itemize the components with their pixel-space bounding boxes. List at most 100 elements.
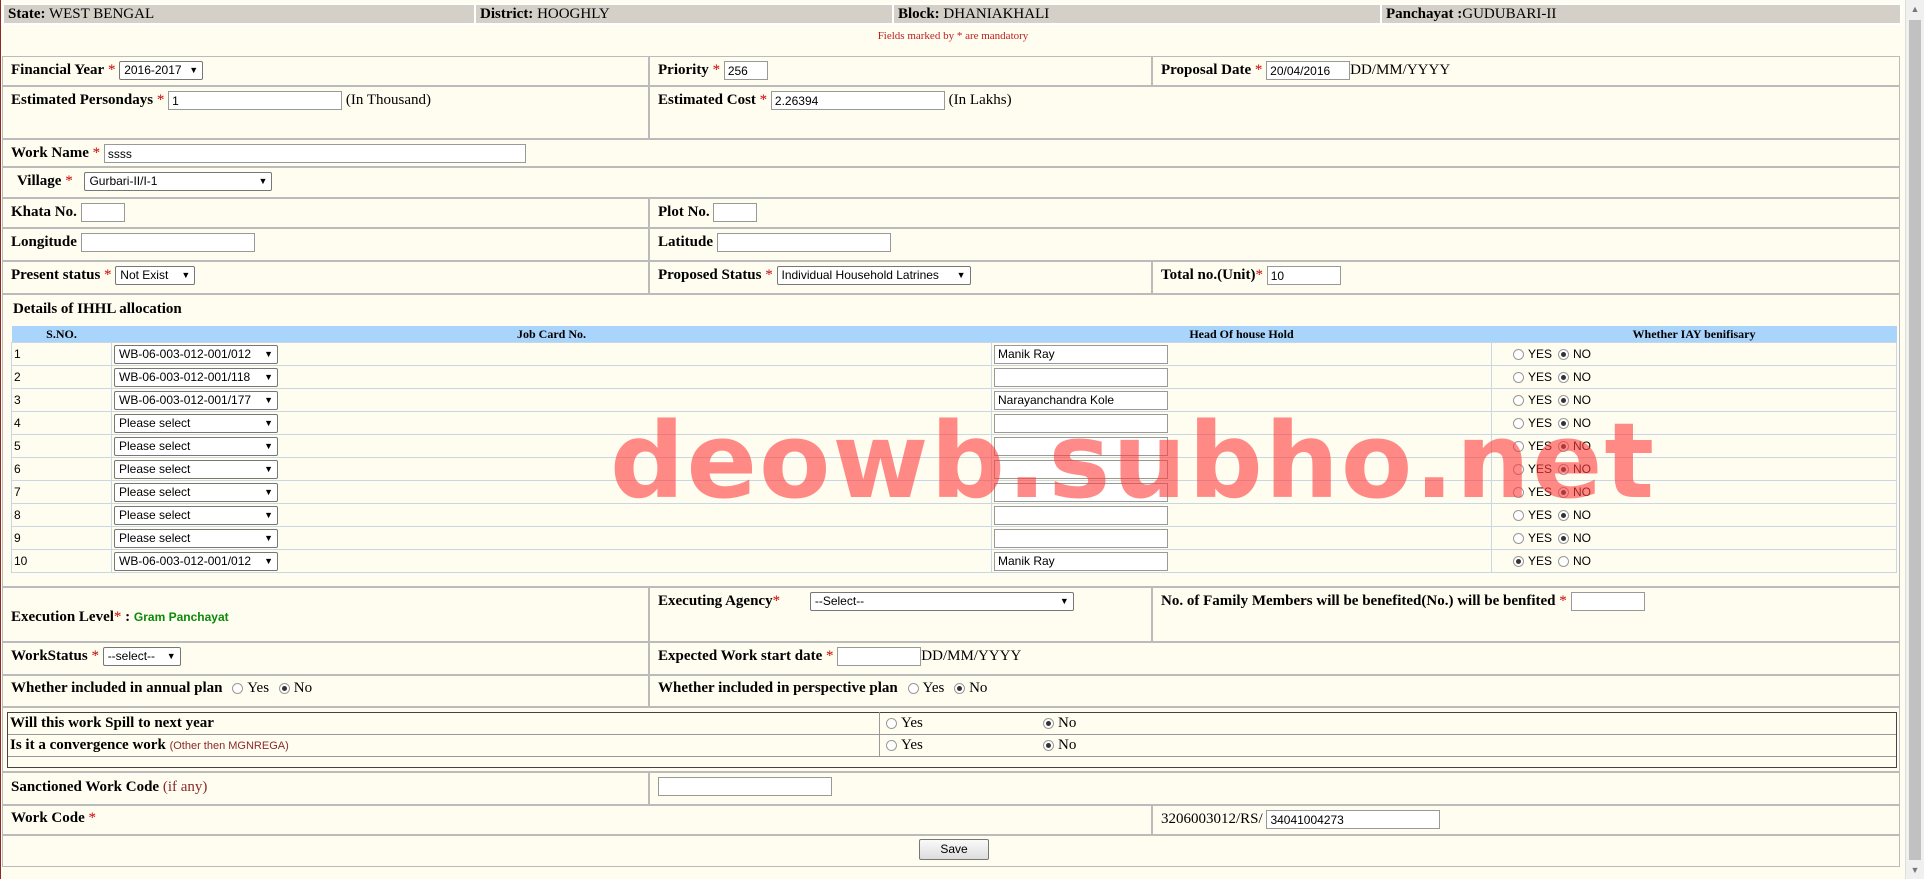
head-of-household-input[interactable]	[994, 436, 1168, 456]
job-card-select[interactable]: WB-06-003-012-001/012 ▼	[114, 344, 278, 364]
job-card-select[interactable]: Please select ▼	[114, 436, 278, 456]
cost-label: Estimated Cost	[658, 91, 756, 108]
agency-select[interactable]: --Select-- ▼	[809, 592, 1074, 611]
ihhl-row: 10 WB-06-003-012-001/012 ▼ YES NO	[11, 549, 1897, 573]
iay-no-radio[interactable]	[1558, 441, 1570, 453]
total-units-input[interactable]	[1266, 266, 1341, 285]
present-status-select[interactable]: Not Exist ▼	[115, 266, 196, 285]
sanctioned-sub: (if any)	[162, 779, 208, 795]
head-of-household-input[interactable]	[994, 528, 1168, 548]
row-job-card: Please select ▼	[111, 434, 992, 458]
priority-input[interactable]	[723, 61, 768, 80]
iay-yes-radio[interactable]	[1513, 349, 1524, 361]
job-card-select[interactable]: Please select ▼	[114, 413, 278, 433]
row-job-card: WB-06-003-012-001/177 ▼	[111, 388, 992, 412]
persondays-input[interactable]	[168, 91, 343, 110]
iay-no-radio[interactable]	[1558, 418, 1570, 430]
village-select[interactable]: Gurbari-II/I-1 ▼	[84, 172, 273, 191]
iay-no-radio[interactable]	[1558, 464, 1570, 476]
work-status-select[interactable]: --select-- ▼	[102, 647, 181, 666]
work-name-input[interactable]	[103, 144, 526, 163]
start-date-input[interactable]	[837, 647, 922, 666]
job-card-select[interactable]: WB-06-003-012-001/177 ▼	[114, 390, 278, 410]
longitude-input[interactable]	[80, 233, 255, 252]
scroll-up-icon[interactable]: ▲	[1906, 0, 1924, 18]
iay-yes-radio[interactable]	[1513, 441, 1524, 453]
convergence-yes-radio[interactable]	[886, 740, 897, 752]
iay-yes-label: YES	[1528, 531, 1553, 545]
sanctioned-code-input[interactable]	[658, 777, 832, 796]
ihhl-row: 9 Please select ▼ YES NO	[11, 526, 1897, 550]
iay-no-radio[interactable]	[1558, 372, 1570, 384]
head-of-household-input[interactable]	[994, 367, 1168, 387]
proposed-status-select[interactable]: Individual Household Latrines ▼	[776, 266, 971, 285]
iay-no-radio[interactable]	[1558, 395, 1570, 407]
iay-yes-radio[interactable]	[1513, 510, 1524, 522]
work-name-cell: Work Name *	[2, 139, 1900, 167]
iay-no-label: NO	[1573, 393, 1592, 407]
annual-no-radio[interactable]	[278, 683, 290, 695]
plot-input[interactable]	[713, 203, 758, 222]
job-card-value: Please select	[119, 438, 191, 453]
khata-cell: Khata No.	[2, 198, 649, 228]
annual-yes-radio[interactable]	[232, 683, 244, 695]
plot-cell: Plot No.	[649, 198, 1900, 228]
family-members-input[interactable]	[1570, 592, 1645, 611]
iay-yes-radio[interactable]	[1513, 418, 1524, 430]
cost-input[interactable]	[770, 91, 945, 110]
spill-yes-radio[interactable]	[886, 718, 897, 730]
village-cell: Village * Gurbari-II/I-1 ▼	[2, 167, 1900, 198]
village-value: Gurbari-II/I-1	[89, 174, 158, 188]
job-card-select[interactable]: Please select ▼	[114, 482, 278, 502]
scroll-down-icon[interactable]: ▼	[1906, 861, 1924, 879]
head-of-household-input[interactable]	[994, 505, 1168, 525]
financial-year-value: 2016-2017	[124, 63, 182, 77]
head-of-household-input[interactable]	[994, 413, 1168, 433]
job-card-select[interactable]: WB-06-003-012-001/118 ▼	[114, 367, 278, 387]
head-of-household-input[interactable]	[994, 551, 1168, 571]
iay-yes-radio[interactable]	[1513, 487, 1524, 499]
khata-input[interactable]	[80, 203, 125, 222]
job-card-value: WB-06-003-012-001/012	[119, 553, 252, 568]
convergence-no-radio[interactable]	[1043, 740, 1054, 752]
save-button[interactable]: Save	[919, 839, 989, 860]
sanctioned-label: Sanctioned Work Code	[11, 779, 160, 795]
iay-no-radio[interactable]	[1558, 533, 1570, 545]
spill-no-radio[interactable]	[1043, 718, 1054, 730]
iay-yes-radio[interactable]	[1513, 533, 1524, 545]
iay-no-radio[interactable]	[1558, 349, 1570, 361]
chevron-down-icon: ▼	[264, 371, 273, 382]
job-card-select[interactable]: Please select ▼	[114, 528, 278, 548]
iay-yes-radio[interactable]	[1513, 395, 1524, 407]
job-card-select[interactable]: Please select ▼	[114, 505, 278, 525]
iay-no-radio[interactable]	[1558, 556, 1570, 568]
iay-yes-radio[interactable]	[1513, 556, 1524, 568]
head-of-household-input[interactable]	[994, 459, 1168, 479]
row-head	[991, 388, 1492, 412]
iay-yes-radio[interactable]	[1513, 372, 1524, 384]
work-status-label: WorkStatus	[11, 647, 88, 664]
perspective-yes-radio[interactable]	[907, 683, 919, 695]
proposal-date-input[interactable]	[1266, 61, 1351, 80]
financial-year-select[interactable]: 2016-2017 ▼	[119, 61, 204, 80]
perspective-no-radio[interactable]	[954, 683, 966, 695]
iay-yes-radio[interactable]	[1513, 464, 1524, 476]
work-code-input[interactable]	[1266, 810, 1441, 829]
head-of-household-input[interactable]	[994, 344, 1168, 364]
scrollbar-thumb[interactable]	[1909, 20, 1921, 860]
job-card-select[interactable]: WB-06-003-012-001/012 ▼	[114, 551, 278, 571]
row-head	[991, 457, 1492, 481]
row-sno: 8	[11, 503, 112, 527]
head-of-household-input[interactable]	[994, 482, 1168, 502]
latitude-input[interactable]	[716, 233, 891, 252]
persondays-cell: Estimated Persondays * (In Thousand)	[2, 86, 649, 139]
iay-no-radio[interactable]	[1558, 510, 1570, 522]
spill-row: Will this work Spill to next year Yes No	[8, 712, 1896, 735]
convergence-label: Is it a convergence work	[10, 737, 166, 753]
execution-level-label: Execution Level	[11, 609, 114, 625]
vertical-scrollbar[interactable]: ▲ ▼	[1905, 0, 1924, 879]
required-star: *	[113, 609, 122, 625]
head-of-household-input[interactable]	[994, 390, 1168, 410]
job-card-select[interactable]: Please select ▼	[114, 459, 278, 479]
iay-no-radio[interactable]	[1558, 487, 1570, 499]
